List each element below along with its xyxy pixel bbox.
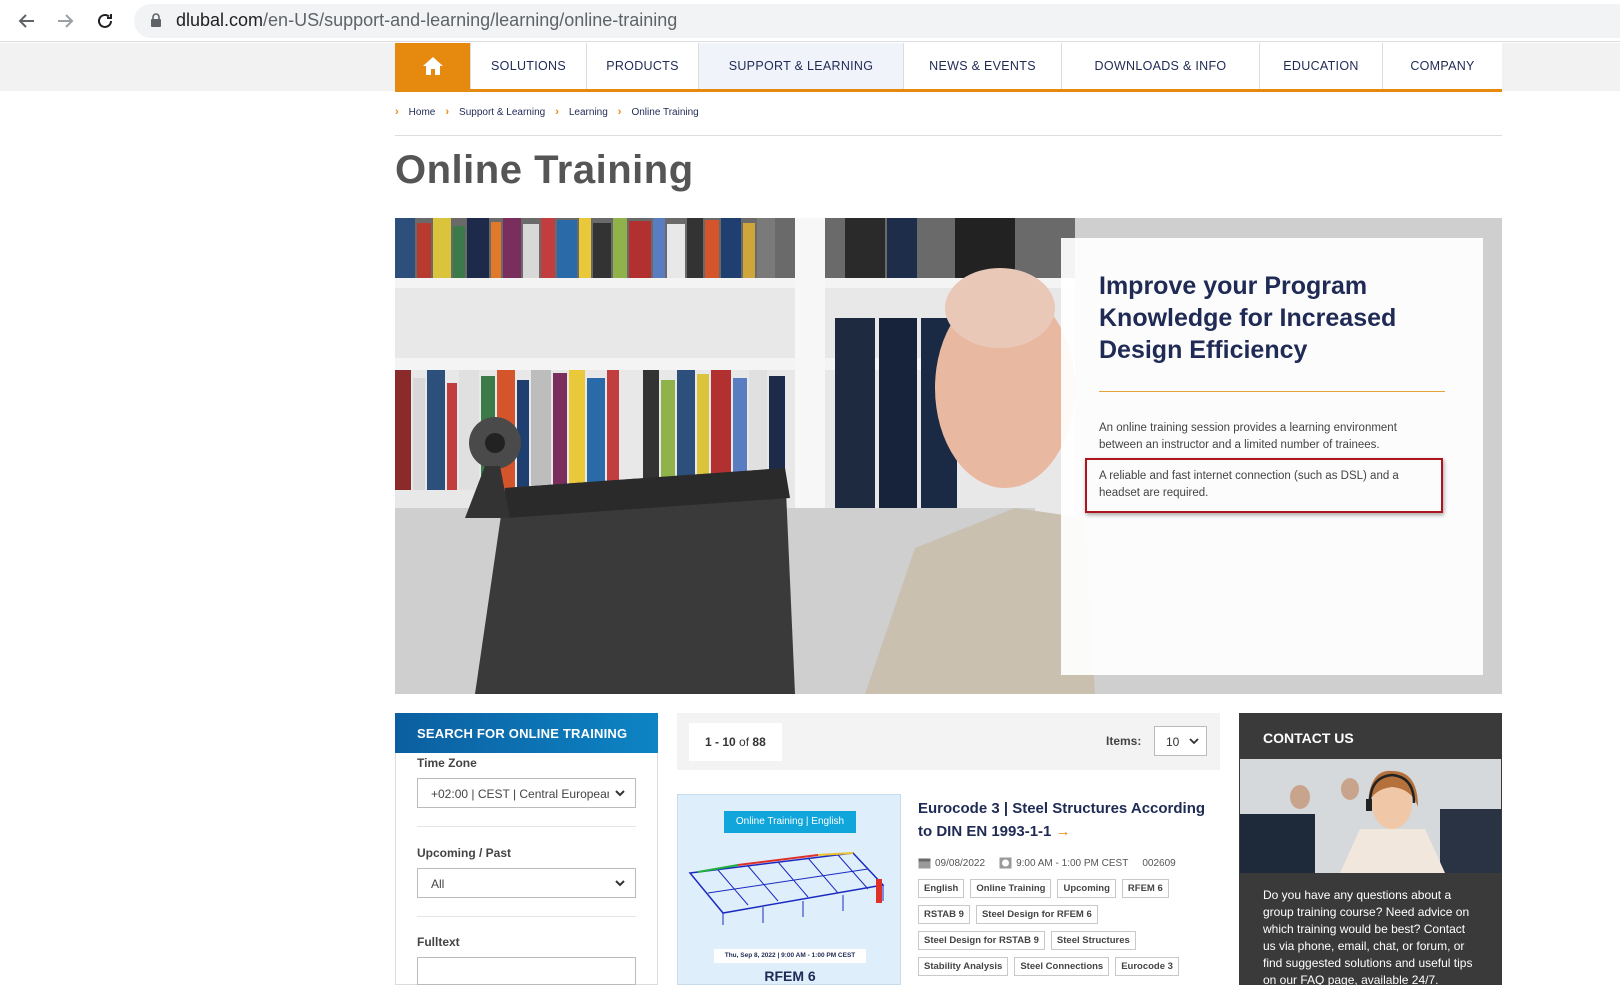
- items-per-page-label: Items:: [1106, 734, 1142, 748]
- tag[interactable]: Steel Design for RFEM 6: [975, 905, 1098, 924]
- divider: [417, 826, 636, 827]
- course-title-link[interactable]: Eurocode 3 | Steel Structures According …: [918, 797, 1218, 843]
- tag[interactable]: English: [918, 879, 965, 898]
- divider: [1099, 391, 1445, 392]
- home-icon: [422, 57, 443, 75]
- breadcrumb-learning[interactable]: Learning: [569, 107, 608, 118]
- nav-education[interactable]: EDUCATION: [1259, 43, 1382, 89]
- nav-company[interactable]: COMPANY: [1382, 43, 1502, 89]
- arrow-right-icon: →: [1055, 823, 1071, 840]
- hero-info-card: Improve your Program Knowledge for Incre…: [1061, 238, 1483, 675]
- main-navigation: SOLUTIONS PRODUCTS SUPPORT & LEARNING NE…: [395, 43, 1502, 92]
- chevron-right-icon: ›: [445, 106, 450, 118]
- thumbnail-tag: Online Training | English: [724, 811, 856, 833]
- hero-heading: Improve your Program Knowledge for Incre…: [1099, 272, 1397, 364]
- tag[interactable]: Steel Design for RSTAB 9: [918, 931, 1045, 950]
- course-code: 002609: [1142, 857, 1176, 869]
- back-arrow-icon[interactable]: [14, 8, 40, 34]
- divider: [395, 135, 1502, 136]
- results-count: 1 - 10 of 88: [689, 723, 782, 761]
- home-button[interactable]: [395, 43, 470, 89]
- breadcrumb: › Home › Support & Learning › Learning ›…: [395, 106, 709, 118]
- support-agent-photo: [1240, 759, 1501, 873]
- breadcrumb-support-learning[interactable]: Support & Learning: [459, 107, 545, 118]
- items-per-page-select[interactable]: 10: [1154, 726, 1207, 756]
- url-path: /en-US/support-and-learning/learning/onl…: [263, 10, 678, 30]
- url-host: dlubal.com: [176, 10, 264, 30]
- chevron-down-icon: [1189, 738, 1199, 745]
- clock-icon: [999, 857, 1012, 869]
- upcoming-past-label: Upcoming / Past: [417, 846, 512, 860]
- course-tags: English Online Training Upcoming RFEM 6 …: [918, 879, 1218, 983]
- breadcrumb-online-training: Online Training: [631, 106, 699, 118]
- calendar-icon: [918, 858, 931, 869]
- fulltext-label: Fulltext: [417, 935, 460, 949]
- hero-banner: Improve your Program Knowledge for Incre…: [395, 218, 1502, 694]
- course-thumbnail[interactable]: Online Training | English Thu, Sep 8, 20…: [677, 794, 901, 985]
- contact-description: Do you have any questions about a group …: [1263, 888, 1473, 985]
- lock-icon: [150, 12, 162, 28]
- page-title: Online Training: [395, 148, 694, 192]
- chevron-down-icon: [615, 790, 625, 797]
- chevron-down-icon: [615, 880, 625, 887]
- nav-solutions[interactable]: SOLUTIONS: [470, 43, 586, 89]
- forward-arrow-icon[interactable]: [52, 8, 78, 34]
- tag[interactable]: Online Training: [970, 879, 1052, 898]
- upcoming-past-value: All: [431, 877, 445, 891]
- divider: [417, 916, 636, 917]
- chevron-right-icon: ›: [617, 106, 622, 118]
- contact-panel: CONTACT US Do you have any questions abo…: [1239, 713, 1502, 985]
- course-time: 9:00 AM - 1:00 PM CEST: [999, 857, 1128, 869]
- thumbnail-date: Thu, Sep 8, 2022 | 9:00 AM - 1:00 PM CES…: [714, 949, 866, 963]
- tag[interactable]: Eurocode 3: [1115, 957, 1179, 976]
- nav-support-learning[interactable]: SUPPORT & LEARNING: [698, 43, 903, 89]
- tag[interactable]: Steel Connections: [1014, 957, 1110, 976]
- hero-description: An online training session provides a le…: [1099, 422, 1397, 451]
- course-time-value: 9:00 AM - 1:00 PM CEST: [1016, 857, 1129, 869]
- timezone-select[interactable]: +02:00 | CEST | Central European Summer …: [417, 778, 636, 808]
- highlight-box: [1085, 458, 1443, 513]
- breadcrumb-home[interactable]: Home: [409, 107, 436, 118]
- timezone-value: +02:00 | CEST | Central European Summer …: [431, 787, 609, 801]
- steel-structure-model-image: [688, 852, 885, 925]
- results-of: of: [739, 735, 750, 749]
- course-date-value: 09/08/2022: [935, 857, 986, 869]
- results-toolbar: 1 - 10 of 88 Items: 10: [677, 713, 1220, 770]
- results-range: 1 - 10: [705, 735, 736, 749]
- url-text[interactable]: dlubal.com/en-US/support-and-learning/le…: [176, 10, 677, 31]
- fulltext-input[interactable]: [417, 957, 636, 985]
- thumbnail-product: RFEM 6: [764, 968, 816, 984]
- course-meta: 09/08/2022 9:00 AM - 1:00 PM CEST 002609: [918, 857, 1190, 869]
- upcoming-past-select[interactable]: All: [417, 868, 636, 898]
- course-date: 09/08/2022: [918, 857, 985, 869]
- results-total: 88: [752, 735, 766, 749]
- nav-news-events[interactable]: NEWS & EVENTS: [903, 43, 1061, 89]
- contact-title: CONTACT US: [1263, 730, 1354, 746]
- reload-icon[interactable]: [92, 8, 118, 34]
- tag[interactable]: RFEM 6: [1121, 879, 1169, 898]
- nav-downloads-info[interactable]: DOWNLOADS & INFO: [1061, 43, 1259, 89]
- tag[interactable]: Upcoming: [1057, 879, 1116, 898]
- tag[interactable]: Steel Structures: [1050, 931, 1136, 950]
- browser-toolbar: dlubal.com/en-US/support-and-learning/le…: [0, 0, 1620, 42]
- tag[interactable]: Stability Analysis: [918, 957, 1009, 976]
- timezone-label: Time Zone: [417, 756, 477, 770]
- nav-products[interactable]: PRODUCTS: [586, 43, 698, 89]
- search-panel-title: SEARCH FOR ONLINE TRAINING: [395, 713, 658, 753]
- tag[interactable]: RSTAB 9: [918, 905, 970, 924]
- chevron-right-icon: ›: [555, 106, 559, 118]
- items-per-page-value: 10: [1166, 735, 1180, 749]
- chevron-right-icon: ›: [395, 106, 399, 118]
